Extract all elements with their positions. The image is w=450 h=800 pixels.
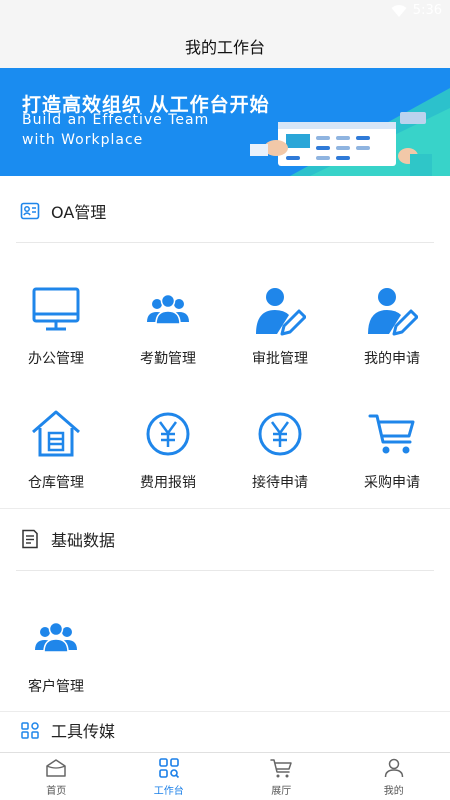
grid-item-label: 仓库管理 — [28, 475, 84, 491]
section-tools-header: 工具传媒 — [0, 710, 450, 750]
apps-icon — [21, 722, 39, 739]
yen-circle-icon — [258, 412, 302, 456]
banner-subline-1: Build an Effective Team — [22, 112, 210, 128]
user-edit-icon — [256, 288, 306, 336]
banner-illustration — [250, 88, 450, 176]
status-time: 5:36 — [412, 3, 442, 18]
tab-label: 展厅 — [271, 786, 292, 797]
status-bar: 5:36 — [0, 0, 450, 24]
id-card-icon — [20, 202, 40, 220]
top-header: 我的工作台 — [0, 24, 450, 68]
cart-icon — [270, 759, 292, 778]
tab-label: 首页 — [46, 786, 67, 797]
tab-showroom[interactable]: 展厅 — [225, 753, 338, 800]
grid-item-attendance[interactable]: 考勤管理 — [112, 284, 224, 394]
warehouse-icon — [32, 410, 80, 457]
monitor-icon — [32, 287, 80, 331]
grid-item-expense[interactable]: 费用报销 — [112, 408, 224, 518]
home-icon — [46, 759, 66, 777]
wifi-icon — [391, 4, 407, 17]
person-icon — [384, 758, 403, 778]
workbench-icon — [158, 758, 179, 779]
user-edit-icon — [368, 288, 418, 336]
grid-item-label: 接待申请 — [252, 475, 308, 491]
grid-item-reception[interactable]: 接待申请 — [224, 408, 336, 518]
section-tools-title: 工具传媒 — [51, 722, 116, 741]
grid-item-label: 办公管理 — [28, 351, 84, 367]
tab-workbench[interactable]: 工作台 — [113, 753, 226, 800]
section-oa-header: OA管理 — [0, 178, 450, 244]
group-icon — [35, 621, 77, 653]
grid-item-label: 客户管理 — [28, 679, 84, 695]
bottom-tab-bar: 首页 工作台 展厅 我的 — [0, 752, 450, 800]
grid-item-approval[interactable]: 审批管理 — [224, 284, 336, 394]
banner-subline-2: with Workplace — [22, 132, 144, 148]
yen-circle-icon — [146, 412, 190, 456]
cart-icon — [368, 414, 415, 454]
grid-item-label: 我的申请 — [364, 351, 420, 367]
grid-item-label: 审批管理 — [252, 351, 308, 367]
divider — [16, 570, 434, 571]
tab-mine[interactable]: 我的 — [338, 753, 450, 800]
grid-item-warehouse[interactable]: 仓库管理 — [0, 408, 112, 518]
tab-label: 工作台 — [153, 786, 184, 797]
section-basic-header: 基础数据 — [0, 506, 450, 572]
divider — [16, 242, 434, 243]
grid-item-purchase[interactable]: 采购申请 — [336, 408, 448, 518]
grid-item-my-application[interactable]: 我的申请 — [336, 284, 448, 394]
section-oa-title: OA管理 — [51, 203, 107, 222]
grid-item-office[interactable]: 办公管理 — [0, 284, 112, 394]
tab-home[interactable]: 首页 — [0, 753, 113, 800]
section-basic-title: 基础数据 — [51, 531, 116, 550]
page-title: 我的工作台 — [184, 38, 265, 57]
promo-banner[interactable]: 打造高效组织 从工作台开始 Build an Effective Team wi… — [0, 68, 450, 176]
document-icon — [22, 529, 38, 549]
grid-item-label: 采购申请 — [364, 475, 420, 491]
group-icon — [147, 293, 189, 325]
tab-label: 我的 — [383, 786, 404, 797]
grid-item-customer[interactable]: 客户管理 — [0, 612, 112, 722]
grid-item-label: 考勤管理 — [140, 351, 196, 367]
grid-item-label: 费用报销 — [140, 475, 196, 491]
